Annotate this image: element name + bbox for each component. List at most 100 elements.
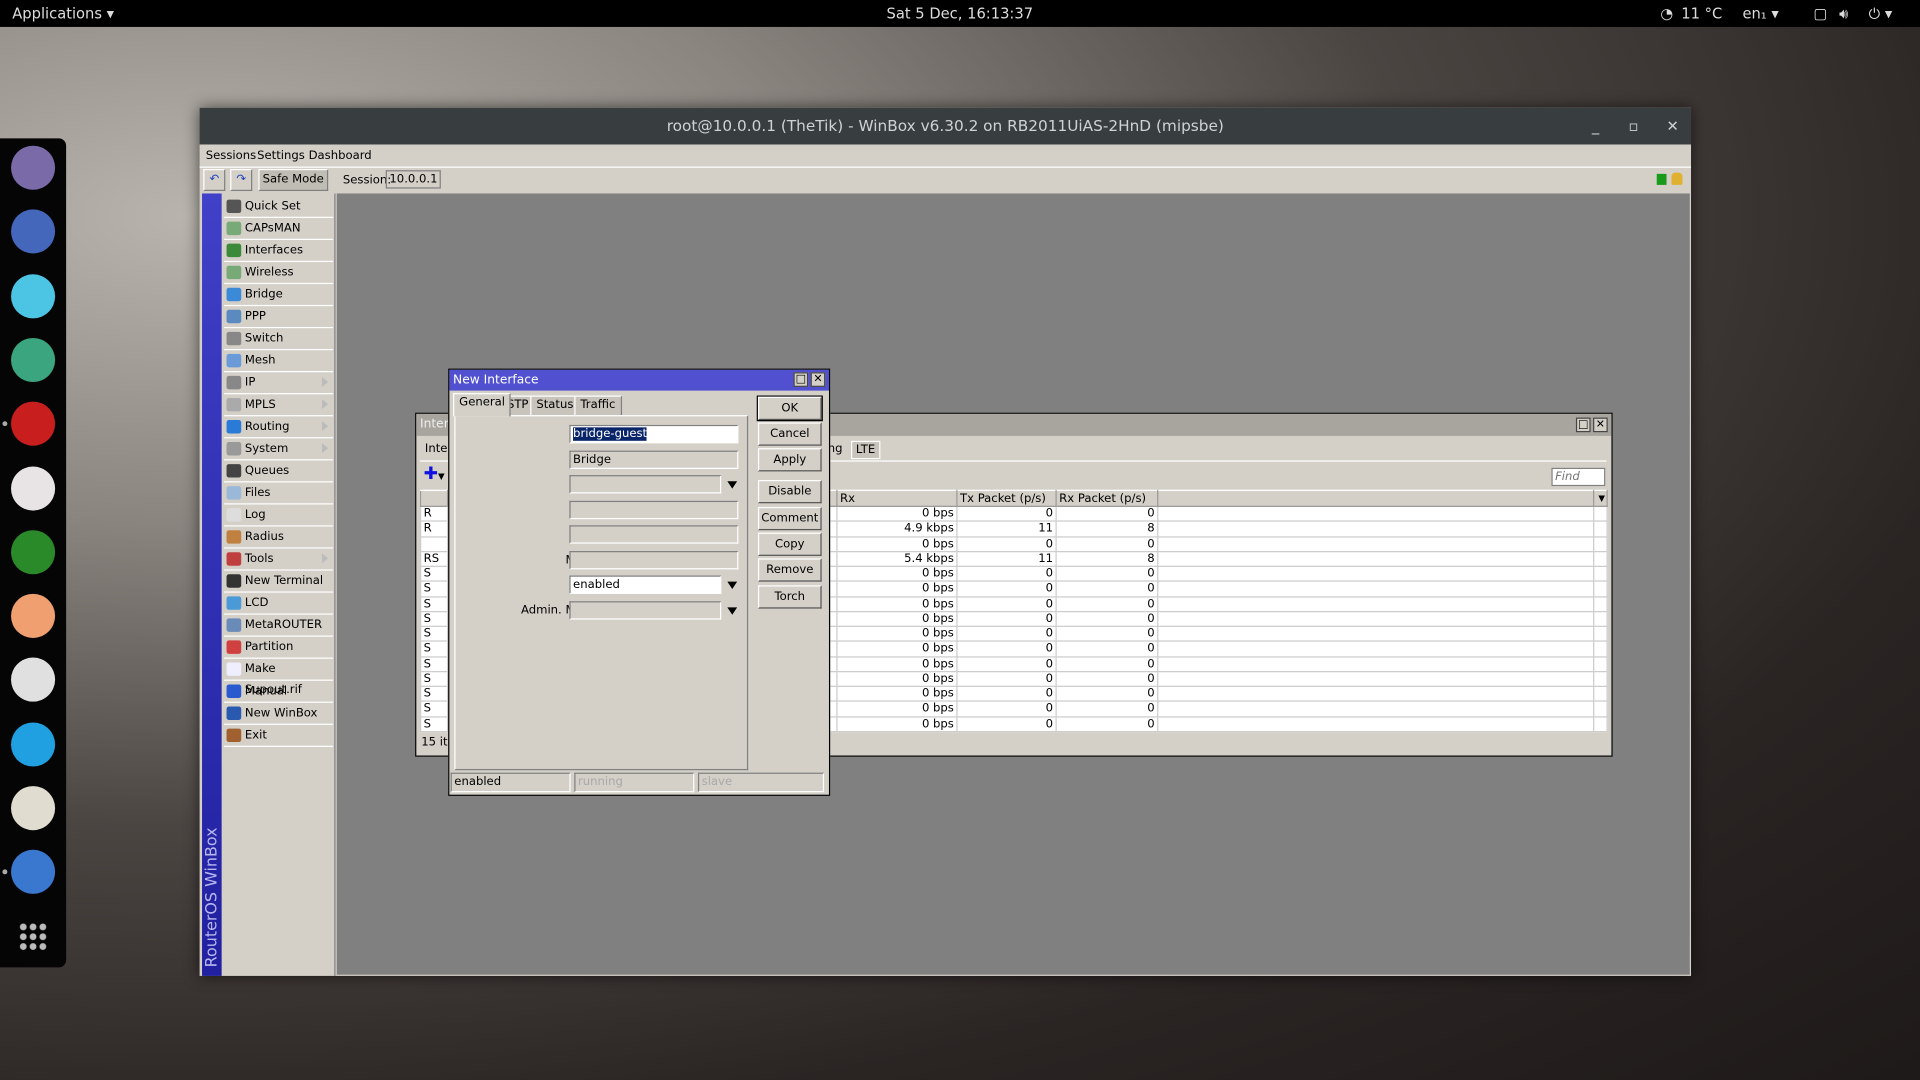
undo-button[interactable]: ↶ <box>203 168 226 192</box>
terminal-icon <box>226 574 242 588</box>
cell-empty <box>1593 685 1608 702</box>
sidebar-item-queues[interactable]: Queues <box>224 460 334 483</box>
torch-button[interactable]: Torch <box>757 585 822 609</box>
tab-lte[interactable]: LTE <box>851 440 881 460</box>
dock-slack-icon[interactable] <box>11 337 56 382</box>
session-value[interactable]: 10.0.0.1 <box>385 170 442 189</box>
redo-button[interactable]: ↷ <box>230 168 253 192</box>
minimize-button[interactable]: _ <box>1592 108 1599 145</box>
dock-mail-icon[interactable] <box>11 273 56 318</box>
dock-speaker-icon[interactable] <box>11 593 56 639</box>
dock-monitor-icon[interactable] <box>11 722 56 767</box>
sidebar-item-mpls[interactable]: MPLS <box>224 394 334 417</box>
sidebar-item-interfaces[interactable]: Interfaces <box>224 240 334 263</box>
dock-atom-icon[interactable] <box>11 465 56 511</box>
disable-button[interactable]: Disable <box>757 480 822 504</box>
tab-traffic[interactable]: Traffic <box>574 395 622 416</box>
column-header-rx[interactable]: Rx <box>836 489 958 507</box>
columns-dropdown[interactable]: ▼ <box>1593 489 1608 507</box>
close-button[interactable]: ✕ <box>1667 108 1679 145</box>
dock-browser-icon[interactable] <box>11 209 56 254</box>
maximize-icon[interactable]: □ <box>1575 417 1591 433</box>
dropdown-arrow-icon[interactable] <box>727 581 738 589</box>
cell-empty <box>1157 640 1595 657</box>
cell-rx: 0 bps <box>836 625 958 642</box>
menu-settings[interactable]: Settings <box>257 149 305 162</box>
dropdown-arrow-icon[interactable] <box>727 607 738 615</box>
clock[interactable]: Sat 5 Dec, 16:13:37 <box>887 5 1034 22</box>
type-field[interactable]: Bridge <box>569 450 739 469</box>
sidebar-item-new-winbox[interactable]: New WinBox <box>224 703 334 725</box>
sidebar-item-mesh[interactable]: Mesh <box>224 350 334 373</box>
menu-sessions[interactable]: Sessions <box>206 149 256 162</box>
remove-button[interactable]: Remove <box>757 558 822 582</box>
column-header-tx-packet[interactable]: Tx Packet (p/s) <box>956 489 1057 507</box>
weather-temp[interactable]: 11 °C <box>1681 5 1722 22</box>
dock-winbox-icon[interactable] <box>11 850 56 895</box>
l2-mtu-field[interactable] <box>569 525 739 544</box>
dock-tweaks-icon[interactable] <box>11 786 56 831</box>
ok-button[interactable]: OK <box>757 396 822 421</box>
sidebar-item-label: Queues <box>244 464 290 478</box>
help-icon <box>226 684 242 698</box>
network-indicator[interactable]: en₁ ▾ <box>1742 5 1778 22</box>
maximize-button[interactable]: ▫ <box>1629 108 1639 145</box>
mac-address-field[interactable] <box>569 551 739 570</box>
tools-icon <box>226 552 242 566</box>
close-icon[interactable]: ✕ <box>1593 417 1608 433</box>
sidebar-item-switch[interactable]: Switch <box>224 328 334 351</box>
admin-mac-address-field[interactable] <box>569 601 722 620</box>
column-header-flags[interactable] <box>420 489 449 507</box>
sidebar-item-label: New WinBox <box>244 706 318 721</box>
cell-empty <box>1593 610 1608 627</box>
apply-button[interactable]: Apply <box>757 448 822 472</box>
sidebar-item-files[interactable]: Files <box>224 482 334 505</box>
window-icon[interactable]: ▢ <box>1813 5 1827 22</box>
tab-status[interactable]: Status <box>530 395 580 416</box>
sidebar-item-wireless[interactable]: Wireless <box>224 262 334 285</box>
sidebar-item-capsman[interactable]: CAPsMAN <box>224 218 334 241</box>
sidebar-item-bridge[interactable]: Bridge <box>224 284 334 307</box>
actual-mtu-field[interactable] <box>569 500 739 520</box>
sidebar-item-tools[interactable]: Tools <box>224 549 334 571</box>
sidebar-item-ip[interactable]: IP <box>224 372 334 395</box>
comment-button[interactable]: Comment <box>757 506 822 531</box>
sidebar-item-make-supout-rif[interactable]: Make Supout.rif <box>224 659 334 697</box>
sidebar-item-system[interactable]: System <box>224 438 334 461</box>
sidebar-item-exit[interactable]: Exit <box>224 725 334 747</box>
cancel-button[interactable]: Cancel <box>757 422 822 446</box>
power-icon[interactable]: ⏻ ▾ <box>1869 5 1893 23</box>
sidebar-item-log[interactable]: Log <box>224 504 334 527</box>
maximize-icon[interactable]: □ <box>793 372 809 387</box>
sidebar-item-quick-set[interactable]: Quick Set <box>224 196 334 218</box>
sidebar-item-ppp[interactable]: PPP <box>224 306 334 329</box>
applications-menu[interactable]: Applications ▾ <box>12 5 114 22</box>
sidebar-item-new-terminal[interactable]: New Terminal <box>224 571 334 593</box>
tab-general[interactable]: General <box>453 393 512 417</box>
menu-dashboard[interactable]: Dashboard <box>309 149 372 162</box>
dropdown-arrow-icon[interactable] <box>727 481 738 489</box>
dialog-title[interactable]: New Interface <box>449 369 829 391</box>
mtu-field[interactable] <box>569 475 722 494</box>
show-apps-icon[interactable] <box>18 922 48 952</box>
dock-vim-icon[interactable] <box>11 529 56 575</box>
sidebar-item-radius[interactable]: Radius <box>224 527 334 549</box>
dock-files-icon[interactable] <box>11 145 56 190</box>
safe-mode-button[interactable]: Safe Mode <box>258 168 329 192</box>
sidebar-item-lcd[interactable]: LCD <box>224 593 334 615</box>
dock-contrast-icon[interactable] <box>11 658 56 703</box>
sidebar-item-metarouter[interactable]: MetaROUTER <box>224 615 334 637</box>
sidebar-item-partition[interactable]: Partition <box>224 637 334 659</box>
sidebar-item-routing[interactable]: Routing <box>224 416 334 439</box>
sidebar-item-manual[interactable]: Manual <box>224 681 334 703</box>
close-icon[interactable]: ✕ <box>810 372 826 387</box>
volume-icon[interactable]: 🔊︎ <box>1839 5 1848 23</box>
cell-tx-p: 0 <box>956 595 1057 612</box>
add-icon[interactable]: ✚▼ <box>424 465 445 485</box>
dock-terminal-icon[interactable] <box>11 401 56 446</box>
find-input[interactable] <box>1551 467 1606 487</box>
copy-button[interactable]: Copy <box>757 532 822 556</box>
arp-field[interactable]: enabled <box>569 575 722 594</box>
column-header-rx-packet[interactable]: Rx Packet (p/s) <box>1055 489 1159 507</box>
name-field[interactable]: bridge-guest <box>569 424 739 444</box>
